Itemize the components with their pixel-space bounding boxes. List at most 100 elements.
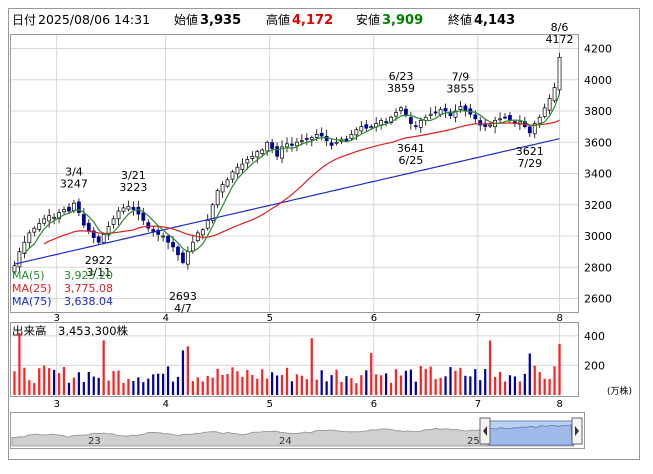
volume-bar xyxy=(226,373,229,395)
volume-bar xyxy=(152,374,155,395)
annotation-value: 6/25 xyxy=(399,154,424,167)
volume-bar xyxy=(38,368,41,395)
volume-bar xyxy=(439,377,442,395)
volume-bar xyxy=(543,378,546,395)
navigator-label-25: 25 xyxy=(467,436,480,447)
volume-bar xyxy=(508,375,512,395)
volume-bar xyxy=(538,372,541,395)
volume-bar xyxy=(464,375,467,395)
volume-bar xyxy=(300,375,303,395)
price-tick-label: 3200 xyxy=(584,199,612,212)
volume-bar xyxy=(82,382,85,395)
volume-bar xyxy=(553,366,556,395)
candle xyxy=(210,202,215,224)
volume-bar xyxy=(122,382,125,395)
price-tick-label: 4000 xyxy=(584,74,612,87)
volume-tick-label: 200 xyxy=(584,359,605,372)
ma-legend-value: 3,925.20 xyxy=(64,269,113,282)
volume-bar xyxy=(206,375,209,395)
volume-bar xyxy=(181,350,185,395)
candle xyxy=(557,52,562,94)
volume-unit: (万株) xyxy=(607,385,632,397)
open-label: 始値 xyxy=(174,12,198,27)
volume-bar xyxy=(399,375,403,395)
volume-bar xyxy=(186,346,190,395)
volume-bar xyxy=(53,369,56,395)
volume-bar xyxy=(533,365,536,395)
navigator-label-24: 24 xyxy=(279,436,292,447)
volume-bar xyxy=(216,368,219,395)
navigator-left-handle[interactable] xyxy=(479,417,491,445)
volume-bar xyxy=(484,369,487,395)
x-tick-label: 8 xyxy=(557,399,563,410)
volume-bar xyxy=(498,371,502,395)
volume-bar xyxy=(102,340,105,395)
volume-bar xyxy=(112,371,115,395)
volume-bar xyxy=(518,381,521,395)
high-value: 4,172 xyxy=(292,13,333,28)
annotation-value: 3223 xyxy=(119,181,147,194)
volume-bar xyxy=(449,367,452,395)
annotation-value: 4/7 xyxy=(174,302,192,315)
x-tick-label: 5 xyxy=(267,399,273,410)
date-label: 日付 xyxy=(12,13,36,27)
volume-bar xyxy=(33,383,36,395)
volume-bar xyxy=(18,332,21,395)
volume-bar xyxy=(285,367,289,395)
volume-bar xyxy=(256,378,259,395)
volume-bar xyxy=(320,370,323,395)
volume-bar xyxy=(459,367,462,395)
volume-bar xyxy=(117,370,120,395)
navigator-selection-area xyxy=(489,424,573,446)
volume-bar xyxy=(13,371,16,395)
chart-canvas: 日付 2025/08/06 14:31 始値 3,935 高値 4,172 安値… xyxy=(8,8,640,460)
volume-bar xyxy=(295,374,299,395)
volume-bar xyxy=(107,380,110,395)
volume-bar xyxy=(211,377,214,395)
volume-bar xyxy=(350,378,353,395)
volume-bar xyxy=(419,366,422,395)
volume-bar xyxy=(325,381,328,395)
volume-bar xyxy=(266,378,269,395)
volume-bar xyxy=(48,368,51,395)
volume-bar xyxy=(424,368,427,395)
volume-bar xyxy=(370,352,373,395)
volume-bar xyxy=(72,377,76,395)
volume-bar xyxy=(77,372,81,395)
navigator-label-23: 23 xyxy=(88,436,101,447)
volume-bar xyxy=(310,338,313,395)
navigator-right-handle[interactable] xyxy=(571,417,583,445)
volume-bar xyxy=(469,376,472,395)
volume-bar xyxy=(132,381,135,395)
volume-bar xyxy=(191,381,194,395)
volume-bar xyxy=(404,370,408,395)
high-label: 高値 xyxy=(266,12,290,27)
volume-bar xyxy=(474,369,477,395)
volume-bar xyxy=(414,381,417,395)
price-tick-label: 3400 xyxy=(584,168,612,181)
close-value: 4,143 xyxy=(474,13,515,28)
low-label: 安値 xyxy=(356,12,380,27)
volume-bar xyxy=(67,382,71,395)
annotation-value: 3855 xyxy=(446,82,474,95)
volume-bar xyxy=(137,377,140,395)
x-tick-label: 6 xyxy=(371,399,377,410)
volume-bar xyxy=(127,378,130,395)
close-label: 終値 xyxy=(448,12,472,27)
volume-bar xyxy=(558,343,561,395)
price-tick-label: 3600 xyxy=(584,136,612,149)
volume-bar xyxy=(147,378,150,395)
price-axis: 2600 2800 3000 3200 3400 3600 3800 4000 4200 xyxy=(584,43,612,306)
volume-bar xyxy=(384,373,388,395)
volume-bar xyxy=(162,373,165,395)
volume-bar xyxy=(236,371,239,395)
volume-bar xyxy=(231,367,234,395)
volume-bar xyxy=(548,378,551,395)
volume-bar xyxy=(171,381,175,395)
volume-bar xyxy=(360,375,363,395)
ma-legend-value: 3,638.04 xyxy=(64,295,113,308)
volume-bar xyxy=(275,375,279,395)
volume-bar xyxy=(380,375,383,395)
low-value: 3,909 xyxy=(382,13,423,28)
price-tick-label: 2600 xyxy=(584,293,612,306)
